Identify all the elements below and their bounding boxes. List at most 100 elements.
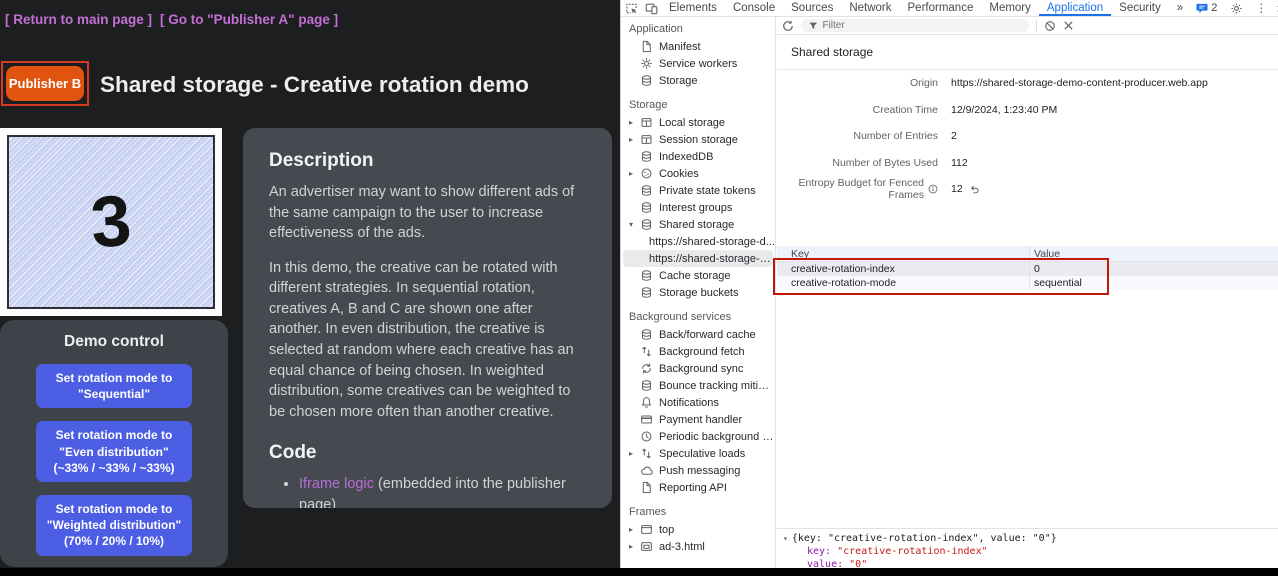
sidebar-item-background-sync[interactable]: Background sync (621, 360, 775, 377)
expand-closed-icon[interactable]: ▸ (629, 118, 640, 127)
sidebar-item-label: Local storage (659, 117, 725, 129)
more-options-icon[interactable]: ⋮ (1255, 1, 1267, 15)
expand-closed-icon[interactable]: ▸ (629, 135, 640, 144)
reset-budget-icon[interactable] (969, 184, 980, 195)
sidebar-item-cache-storage[interactable]: Cache storage (621, 267, 775, 284)
column-header-value[interactable]: Value (1029, 246, 1278, 261)
expand-closed-icon[interactable]: ▸ (629, 169, 640, 178)
rotation-mode-button-1[interactable]: Set rotation mode to"Even distribution"(… (36, 421, 192, 482)
application-sidebar: ApplicationManifestService workersStorag… (621, 17, 776, 576)
rotation-mode-button-2[interactable]: Set rotation mode to"Weighted distributi… (36, 495, 192, 556)
sidebar-item-background-fetch[interactable]: Background fetch (621, 343, 775, 360)
device-toolbar-icon[interactable] (641, 2, 661, 15)
nav-link-0[interactable]: [ Return to main page ] (5, 12, 152, 27)
sidebar-item-manifest[interactable]: Manifest (621, 38, 775, 55)
rotation-mode-button-0[interactable]: Set rotation mode to"Sequential" (36, 364, 192, 408)
sidebar-item-push-messaging[interactable]: Push messaging (621, 462, 775, 479)
sidebar-item-private-state-tokens[interactable]: Private state tokens (621, 182, 775, 199)
sidebar-section-storage: Storage▸Local storage▸Session storageInd… (621, 97, 775, 301)
sidebar-item-label: Speculative loads (659, 448, 745, 460)
issues-count: 2 (1211, 2, 1217, 14)
sidebar-item-shared-storage[interactable]: ▾Shared storage (621, 216, 775, 233)
sidebar-item-bounce-tracking-mitiga[interactable]: Bounce tracking mitiga... (621, 377, 775, 394)
table-header-row: KeyValue (777, 246, 1278, 262)
sidebar-item-https-shared-storage-d[interactable]: https://shared-storage-d... (621, 233, 775, 250)
filter-input[interactable] (822, 20, 1021, 31)
card-icon (640, 413, 653, 426)
sidebar-item-label: Push messaging (659, 465, 740, 477)
sidebar-item-periodic-background-s[interactable]: Periodic background s... (621, 428, 775, 445)
sidebar-item-speculative-loads[interactable]: ▸ Speculative loads (621, 445, 775, 462)
sidebar-item-interest-groups[interactable]: Interest groups (621, 199, 775, 216)
sidebar-item-payment-handler[interactable]: Payment handler (621, 411, 775, 428)
sidebar-item-storage-buckets[interactable]: Storage buckets (621, 284, 775, 301)
sidebar-item-label: Storage (659, 75, 698, 87)
filter-pill[interactable] (801, 19, 1029, 32)
tab-network[interactable]: Network (841, 0, 899, 16)
table-row[interactable]: creative-rotation-index0 (777, 262, 1278, 276)
metadata-value: 2 (951, 130, 1278, 142)
refresh-icon[interactable] (782, 20, 794, 32)
expand-closed-icon[interactable]: ▸ (629, 542, 640, 551)
expand-triangle-icon[interactable]: ▾ (783, 532, 788, 545)
sidebar-item-local-storage[interactable]: ▸ Local storage (621, 114, 775, 131)
sidebar-item-https-shared-storage-d[interactable]: https://shared-storage-d... (623, 250, 773, 267)
updown-icon (640, 447, 653, 460)
clear-icon[interactable] (1063, 20, 1074, 31)
page-title: Shared storage - Creative rotation demo (100, 72, 529, 98)
block-icon[interactable] (1044, 20, 1056, 32)
sidebar-item-cookies[interactable]: ▸Cookies (621, 165, 775, 182)
metadata-section: Originhttps://shared-storage-demo-conten… (777, 70, 1278, 203)
column-header-key[interactable]: Key (777, 246, 1029, 261)
publisher-page: [ Return to main page ] [ Go to "Publishe… (0, 0, 620, 576)
nav-link-1[interactable]: [ Go to "Publisher A" page ] (160, 12, 338, 27)
settings-gear-icon[interactable] (1226, 2, 1246, 15)
tab-security[interactable]: Security (1111, 0, 1169, 16)
sidebar-item-storage[interactable]: Storage (621, 72, 775, 89)
tab-elements[interactable]: Elements (661, 0, 725, 16)
sidebar-item-top[interactable]: ▸top (621, 521, 775, 538)
inspect-element-icon[interactable] (621, 2, 641, 15)
frame-icon (640, 523, 653, 536)
metadata-label: Number of Entries (777, 130, 938, 142)
table-row[interactable]: creative-rotation-modesequential (777, 276, 1278, 290)
sidebar-item-notifications[interactable]: Notifications (621, 394, 775, 411)
sidebar-item-service-workers[interactable]: Service workers (621, 55, 775, 72)
button-line: "Sequential" (40, 386, 188, 402)
clock-icon (640, 430, 653, 443)
button-line: Set rotation mode to (40, 370, 188, 386)
sidebar-section-background-services: Background servicesBack/forward cacheBac… (621, 309, 775, 496)
issues-button[interactable]: 2 (1196, 2, 1217, 14)
cloud-icon (640, 464, 653, 477)
filter-funnel-icon (809, 22, 817, 30)
sidebar-item-label: https://shared-storage-d... (649, 236, 775, 248)
sidebar-item-reporting-api[interactable]: Reporting API (621, 479, 775, 496)
sidebar-item-session-storage[interactable]: ▸Session storage (621, 131, 775, 148)
metadata-row-number-of-entries: Number of Entries 2 (777, 123, 1278, 150)
bell-icon (640, 396, 653, 409)
sidebar-item-back-forward-cache[interactable]: Back/forward cache (621, 326, 775, 343)
ad-creative-frame: 3 (0, 128, 222, 316)
publisher-b-button[interactable]: Publisher B (6, 66, 84, 101)
tab-console[interactable]: Console (725, 0, 783, 16)
tab-memory[interactable]: Memory (981, 0, 1039, 16)
description-title: Description (269, 150, 586, 172)
expand-open-icon[interactable]: ▾ (629, 220, 640, 229)
tab-overflow[interactable]: » (1169, 0, 1191, 16)
sidebar-item-label: Manifest (659, 41, 701, 53)
tabbar-right-cluster: 2 ⋮ × (1192, 1, 1278, 16)
expand-closed-icon[interactable]: ▸ (629, 449, 640, 458)
demo-control-buttons: Set rotation mode to"Sequential"Set rota… (0, 364, 228, 556)
code-link-iframe-logic[interactable]: Iframe logic (299, 476, 374, 492)
shared-storage-panel: Shared storage Originhttps://shared-stor… (777, 17, 1278, 576)
info-icon[interactable] (928, 184, 938, 194)
db-icon (640, 201, 653, 214)
db-icon (640, 328, 653, 341)
sidebar-item-label: Periodic background s... (659, 431, 775, 443)
sidebar-item-indexeddb[interactable]: IndexedDB (621, 148, 775, 165)
expand-closed-icon[interactable]: ▸ (629, 525, 640, 534)
tab-application[interactable]: Application (1039, 0, 1111, 16)
tab-performance[interactable]: Performance (900, 0, 982, 16)
tab-sources[interactable]: Sources (783, 0, 841, 16)
sidebar-item-ad-3-html[interactable]: ▸ad-3.html (621, 538, 775, 555)
